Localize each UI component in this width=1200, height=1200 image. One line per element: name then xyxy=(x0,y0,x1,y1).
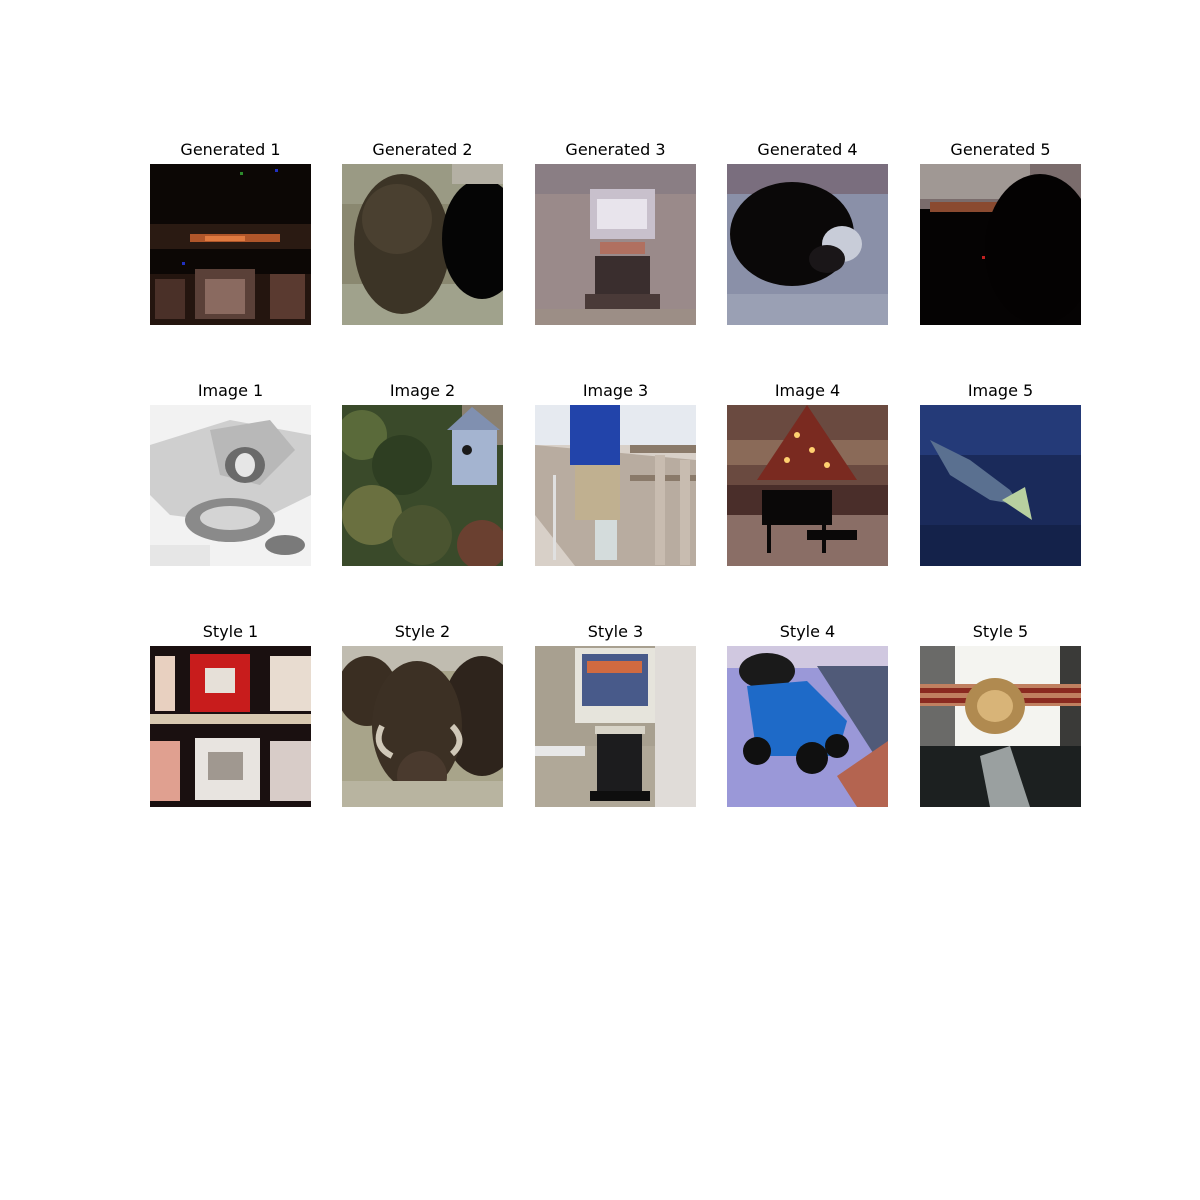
generated-title-5: Generated 5 xyxy=(950,140,1051,159)
style-title-3: Style 3 xyxy=(587,622,644,641)
style-title-2: Style 2 xyxy=(394,622,451,641)
content-title-4: Image 4 xyxy=(774,381,841,400)
content-image-5 xyxy=(920,405,1081,566)
content-title-2: Image 2 xyxy=(389,381,456,400)
generated-title-1: Generated 1 xyxy=(180,140,281,159)
content-image-3 xyxy=(535,405,696,566)
content-image-4 xyxy=(727,405,888,566)
style-image-4 xyxy=(727,646,888,807)
generated-image-4 xyxy=(727,164,888,325)
generated-title-3: Generated 3 xyxy=(565,140,666,159)
style-image-1 xyxy=(150,646,311,807)
content-title-1: Image 1 xyxy=(197,381,264,400)
style-image-2 xyxy=(342,646,503,807)
generated-image-2 xyxy=(342,164,503,325)
style-image-3 xyxy=(535,646,696,807)
generated-image-1 xyxy=(150,164,311,325)
content-title-5: Image 5 xyxy=(967,381,1034,400)
generated-image-3 xyxy=(535,164,696,325)
generated-title-2: Generated 2 xyxy=(372,140,473,159)
content-title-3: Image 3 xyxy=(582,381,649,400)
content-image-2 xyxy=(342,405,503,566)
style-title-5: Style 5 xyxy=(972,622,1029,641)
style-title-1: Style 1 xyxy=(202,622,259,641)
style-title-4: Style 4 xyxy=(779,622,836,641)
generated-image-5 xyxy=(920,164,1081,325)
generated-title-4: Generated 4 xyxy=(757,140,858,159)
style-image-5 xyxy=(920,646,1081,807)
content-image-1 xyxy=(150,405,311,566)
